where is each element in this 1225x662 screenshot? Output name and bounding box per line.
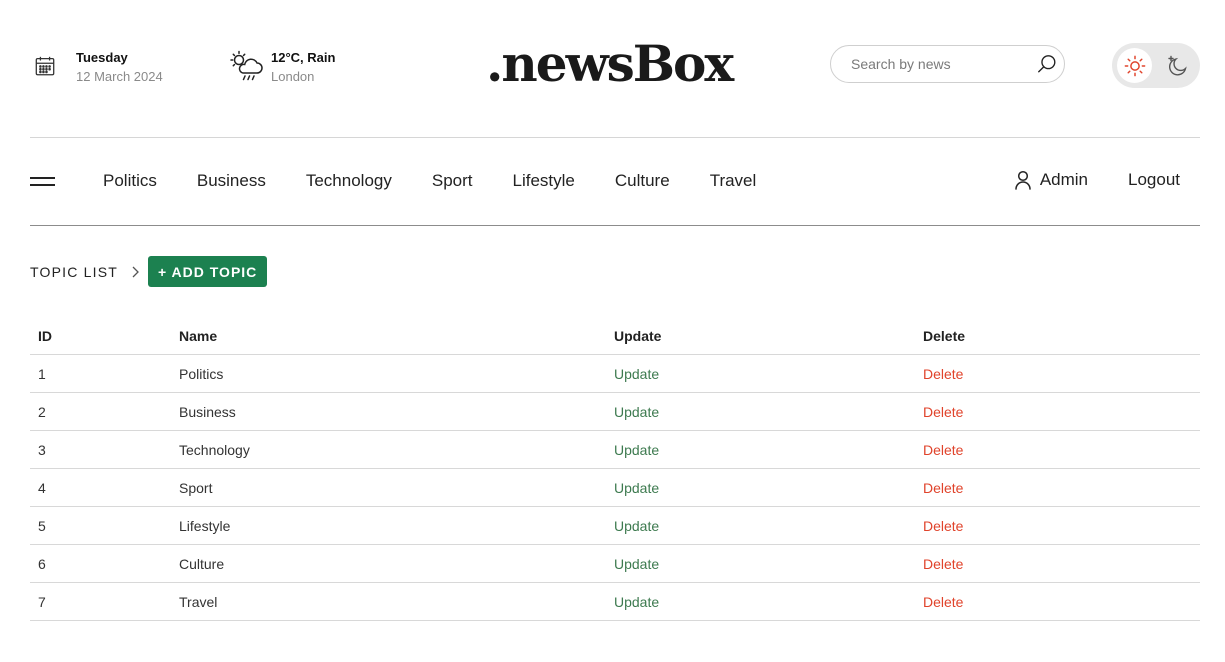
search-box — [830, 45, 1065, 83]
nav-link-culture[interactable]: Culture — [615, 171, 670, 191]
update-link[interactable]: Update — [614, 594, 659, 610]
topic-table: ID Name Update Delete 1 Politics Update … — [30, 317, 1200, 621]
breadcrumb: TOPIC LIST + ADD TOPIC — [30, 256, 268, 287]
weather-location: London — [271, 69, 315, 84]
top-header: Tuesday 12 March 2024 12°C, Rain London … — [30, 0, 1200, 138]
topic-name: Travel — [171, 582, 606, 621]
moon-icon — [1167, 55, 1187, 76]
nav-link-sport[interactable]: Sport — [432, 171, 473, 191]
topic-name: Technology — [171, 430, 606, 469]
user-icon — [1015, 170, 1031, 190]
topic-id: 6 — [30, 544, 171, 583]
delete-link[interactable]: Delete — [923, 366, 963, 382]
table-row: 6 Culture Update Delete — [30, 544, 1200, 583]
topic-id: 4 — [30, 468, 171, 507]
column-header-id: ID — [30, 317, 171, 355]
date-text: Tuesday 12 March 2024 — [76, 50, 163, 84]
search-input[interactable] — [851, 46, 1021, 82]
date-widget: Tuesday 12 March 2024 — [34, 50, 163, 84]
delete-link[interactable]: Delete — [923, 404, 963, 420]
light-mode-button[interactable] — [1117, 48, 1152, 83]
logout-link[interactable]: Logout — [1128, 170, 1180, 190]
topic-name: Politics — [171, 354, 606, 393]
column-header-delete: Delete — [915, 317, 1200, 355]
table-row: 1 Politics Update Delete — [30, 354, 1200, 393]
site-logo[interactable]: .newsBox — [486, 34, 734, 94]
table-row: 2 Business Update Delete — [30, 392, 1200, 431]
update-link[interactable]: Update — [614, 480, 659, 496]
weather-text: 12°C, Rain London — [271, 50, 335, 84]
update-link[interactable]: Update — [614, 518, 659, 534]
nav-link-business[interactable]: Business — [197, 171, 266, 191]
chevron-right-icon — [132, 266, 139, 277]
column-header-name: Name — [171, 317, 606, 355]
admin-label: Admin — [1039, 170, 1088, 189]
sun-icon — [1124, 55, 1145, 76]
update-link[interactable]: Update — [614, 442, 659, 458]
main-nav: Politics Business Technology Sport Lifes… — [30, 138, 1200, 226]
nav-link-technology[interactable]: Technology — [306, 171, 392, 191]
table-row: 3 Technology Update Delete — [30, 430, 1200, 469]
delete-link[interactable]: Delete — [923, 556, 963, 572]
delete-link[interactable]: Delete — [923, 518, 963, 534]
topic-name: Lifestyle — [171, 506, 606, 545]
theme-toggle[interactable] — [1112, 43, 1200, 88]
admin-link[interactable]: Admin — [1014, 170, 1088, 190]
weather-condition: 12°C, Rain — [271, 50, 336, 65]
hamburger-icon[interactable] — [30, 174, 55, 188]
topic-id: 2 — [30, 392, 171, 431]
topic-id: 5 — [30, 506, 171, 545]
nav-link-travel[interactable]: Travel — [710, 171, 757, 191]
topic-id: 1 — [30, 354, 171, 393]
nav-link-politics[interactable]: Politics — [103, 171, 157, 191]
table-row: 5 Lifestyle Update Delete — [30, 506, 1200, 545]
table-row: 7 Travel Update Delete — [30, 582, 1200, 621]
date-label: 12 March 2024 — [76, 69, 163, 84]
topic-name: Business — [171, 392, 606, 431]
nav-links: Politics Business Technology Sport Lifes… — [103, 171, 796, 191]
add-topic-button[interactable]: + ADD TOPIC — [147, 256, 268, 287]
weather-widget: 12°C, Rain London — [229, 50, 335, 84]
delete-link[interactable]: Delete — [923, 594, 963, 610]
table-row: 4 Sport Update Delete — [30, 468, 1200, 507]
day-label: Tuesday — [76, 50, 128, 65]
weather-rain-icon — [230, 50, 263, 81]
page-title: TOPIC LIST — [30, 263, 118, 280]
search-icon[interactable] — [1036, 53, 1058, 75]
topic-name: Sport — [171, 468, 606, 507]
nav-link-lifestyle[interactable]: Lifestyle — [513, 171, 575, 191]
table-header-row: ID Name Update Delete — [30, 317, 1200, 355]
topic-id: 7 — [30, 582, 171, 621]
calendar-icon — [35, 56, 55, 76]
update-link[interactable]: Update — [614, 404, 659, 420]
user-menu: Admin Logout — [1014, 170, 1180, 190]
delete-link[interactable]: Delete — [923, 442, 963, 458]
dark-mode-button[interactable] — [1160, 48, 1195, 83]
column-header-update: Update — [606, 317, 915, 355]
topic-name: Culture — [171, 544, 606, 583]
update-link[interactable]: Update — [614, 556, 659, 572]
delete-link[interactable]: Delete — [923, 480, 963, 496]
update-link[interactable]: Update — [614, 366, 659, 382]
topic-id: 3 — [30, 430, 171, 469]
